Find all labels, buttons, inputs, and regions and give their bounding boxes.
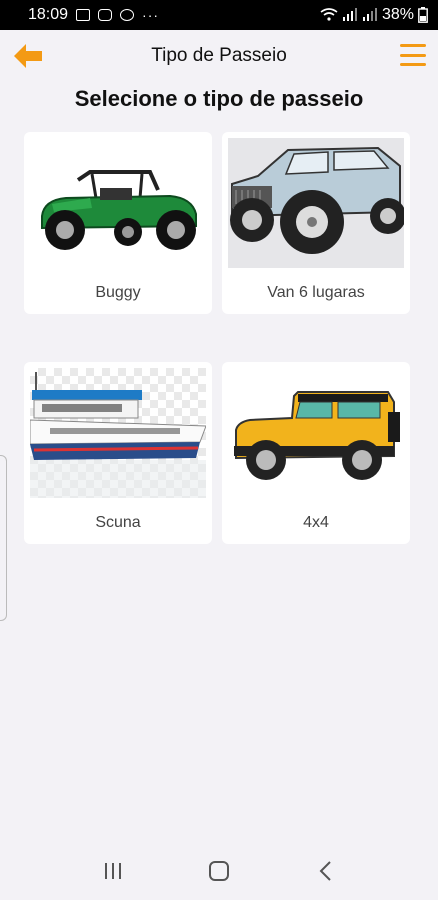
app-bar: Tipo de Passeio	[0, 30, 438, 82]
option-card-4x4[interactable]: 4x4	[222, 362, 410, 544]
more-notifications: ···	[142, 7, 160, 23]
status-bar: 18:09 ··· 38%	[0, 0, 438, 30]
back-button[interactable]	[12, 42, 44, 70]
battery-icon	[418, 7, 428, 23]
option-label: Buggy	[95, 284, 141, 301]
wifi-icon	[320, 8, 338, 21]
home-button[interactable]	[199, 851, 239, 891]
recents-icon	[105, 863, 121, 879]
jeep-offroad-image	[228, 138, 406, 268]
option-label: 4x4	[303, 514, 329, 531]
arrow-left-icon	[14, 44, 42, 68]
signal-icon-2	[362, 8, 377, 21]
hamburger-menu-icon-line	[400, 63, 426, 66]
menu-button[interactable]	[400, 44, 426, 66]
yellow-4x4-image	[228, 368, 404, 498]
recents-button[interactable]	[93, 851, 133, 891]
nav-back-button[interactable]	[305, 851, 345, 891]
battery-level: 38%	[381, 6, 414, 23]
hamburger-menu-icon-line	[400, 53, 426, 57]
option-card-buggy[interactable]: Buggy	[24, 132, 212, 314]
section-heading: Selecione o tipo de passeio	[74, 86, 364, 111]
option-card-scuna[interactable]: Scuna	[24, 362, 212, 544]
schooner-boat-image	[29, 368, 207, 498]
option-label: Van 6 lugaras	[267, 284, 365, 301]
soccer-icon	[120, 9, 135, 21]
status-time: 18:09	[28, 6, 69, 23]
page-title: Tipo de Passeio	[151, 45, 287, 66]
option-label: Scuna	[95, 514, 141, 531]
home-icon	[209, 861, 229, 881]
gallery-icon	[76, 9, 91, 21]
instagram-icon	[98, 9, 113, 21]
system-nav-bar	[0, 842, 438, 900]
edge-panel-handle[interactable]	[0, 455, 7, 621]
option-card-van[interactable]: Van 6 lugaras	[222, 132, 410, 314]
back-chevron-icon	[319, 861, 331, 881]
buggy-image	[30, 138, 206, 268]
signal-icon	[342, 8, 357, 21]
hamburger-menu-icon-line	[400, 44, 426, 47]
